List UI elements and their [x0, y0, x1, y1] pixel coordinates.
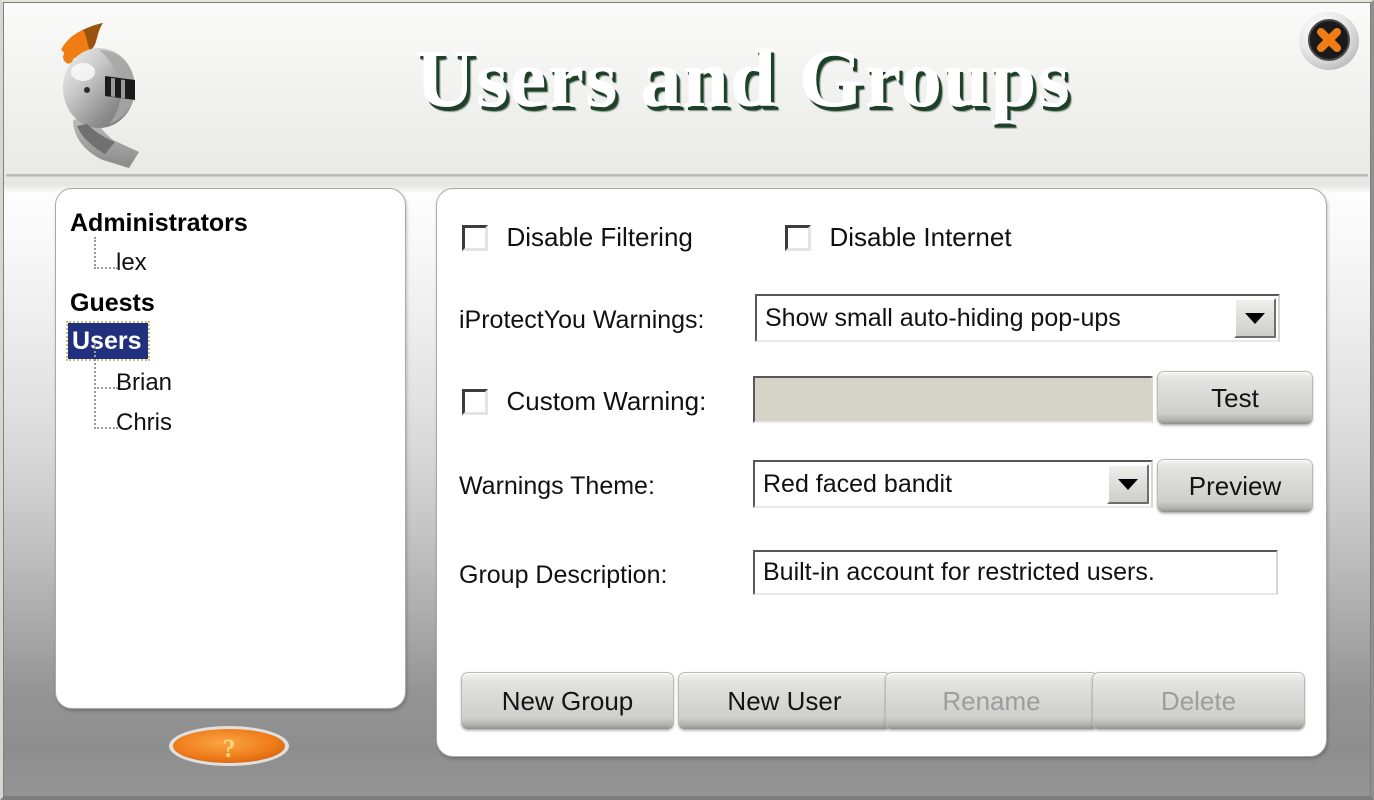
warnings-label: iProtectYou Warnings:	[459, 306, 705, 334]
close-x-icon[interactable]	[1297, 10, 1361, 72]
group-settings-panel: Disable Filtering Disable Internet iProt…	[436, 188, 1327, 757]
delete-button: Delete	[1092, 672, 1305, 730]
tree-item-label: Guests	[70, 289, 155, 317]
group-description-label: Group Description:	[459, 561, 668, 589]
disable-filtering-row[interactable]: Disable Filtering	[462, 222, 693, 253]
new-group-button[interactable]: New Group	[461, 672, 674, 730]
preview-button[interactable]: Preview	[1157, 459, 1313, 513]
help-button[interactable]: ?	[168, 725, 290, 767]
tree-item-lex[interactable]: lex	[56, 237, 405, 283]
new-user-button[interactable]: New User	[678, 672, 891, 730]
header-divider	[6, 174, 1368, 177]
tree-connector-icon	[94, 237, 118, 269]
tree-connector-icon	[94, 383, 118, 429]
page-title: Users and Groups	[415, 32, 1071, 124]
disable-filtering-checkbox[interactable]	[462, 224, 488, 251]
warnings-theme-select[interactable]: Red faced bandit	[753, 460, 1153, 508]
rename-button: Rename	[885, 672, 1098, 730]
disable-filtering-label: Disable Filtering	[506, 222, 693, 252]
custom-warning-label: Custom Warning:	[506, 386, 707, 416]
warnings-select-value: Show small auto-hiding pop-ups	[765, 303, 1121, 332]
disable-internet-row[interactable]: Disable Internet	[785, 222, 1012, 253]
warnings-theme-label: Warnings Theme:	[459, 472, 655, 500]
knight-helmet-icon	[43, 20, 173, 170]
svg-text:?: ?	[223, 734, 236, 763]
disable-internet-label: Disable Internet	[829, 222, 1012, 252]
custom-warning-checkbox[interactable]	[462, 388, 488, 415]
chevron-down-icon[interactable]	[1234, 298, 1276, 338]
custom-warning-input[interactable]	[753, 376, 1153, 423]
warnings-select[interactable]: Show small auto-hiding pop-ups	[755, 294, 1280, 342]
disable-internet-checkbox[interactable]	[785, 224, 811, 251]
custom-warning-row[interactable]: Custom Warning:	[462, 386, 706, 417]
tree-item-label: Administrators	[70, 209, 248, 237]
chevron-down-icon[interactable]	[1107, 464, 1149, 504]
groups-tree-panel[interactable]: Administrators lex Guests Users Brian Ch…	[55, 188, 406, 709]
tree-item-guests[interactable]: Guests	[56, 283, 405, 323]
groups-tree[interactable]: Administrators lex Guests Users Brian Ch…	[56, 203, 405, 443]
users-and-groups-window: Users and Groups Administrators lex Gues…	[0, 0, 1374, 800]
tree-item-chris[interactable]: Chris	[56, 383, 405, 443]
test-button[interactable]: Test	[1157, 371, 1313, 425]
group-description-input[interactable]: Built-in account for restricted users.	[753, 550, 1278, 595]
warnings-theme-value: Red faced bandit	[763, 469, 953, 498]
